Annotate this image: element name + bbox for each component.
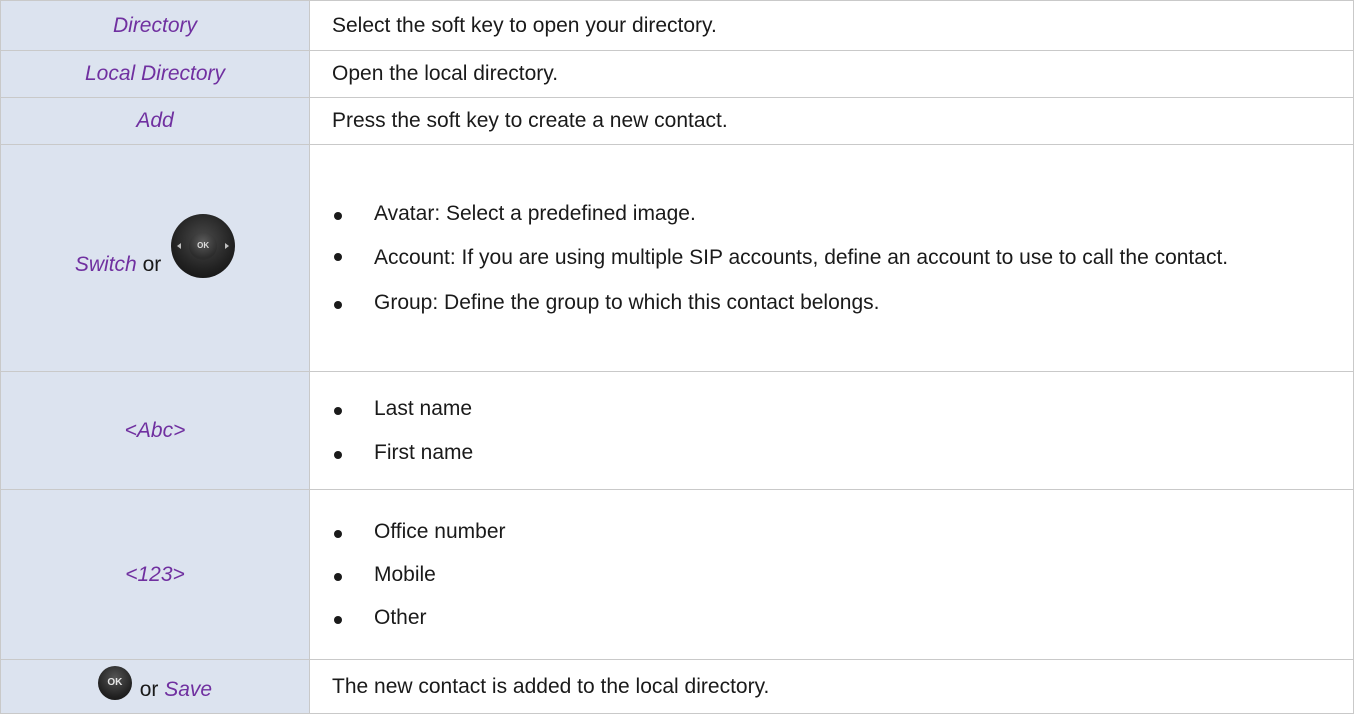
field-list: Avatar: Select a predefined image. Accou… xyxy=(310,201,1333,315)
description-cell: Office number Mobile Other xyxy=(309,489,1354,660)
list-item: First name xyxy=(310,440,1333,465)
instruction-table: Directory Select the soft key to open yo… xyxy=(0,0,1354,714)
softkey-label-switch: Switch xyxy=(74,253,137,277)
table-row: <123> Office number Mobile Other xyxy=(0,489,1354,660)
key-cell: <123> xyxy=(0,489,310,660)
table-row: <Abc> Last name First name xyxy=(0,371,1354,490)
list-item: Mobile xyxy=(310,562,1333,587)
ok-button-icon: OK xyxy=(97,666,132,701)
description-text: The new contact is added to the local di… xyxy=(332,674,770,698)
ok-center-key: OK xyxy=(189,231,218,260)
softkey-label-local-directory: Local Directory xyxy=(84,62,226,86)
description-cell: Open the local directory. xyxy=(309,50,1354,98)
connector-or: or xyxy=(142,253,162,277)
table-row: Switch or OK Avatar: Select a predefined… xyxy=(0,144,1354,372)
description-text: Select the soft key to open your directo… xyxy=(332,13,717,37)
softkey-label-abc: <Abc> xyxy=(124,418,186,442)
key-cell: Switch or OK xyxy=(0,144,310,372)
list-item: Other xyxy=(310,605,1333,630)
description-text: Press the soft key to create a new conta… xyxy=(332,109,728,133)
description-cell: Press the soft key to create a new conta… xyxy=(309,97,1354,145)
softkey-label-add: Add xyxy=(136,109,174,133)
list-item: Avatar: Select a predefined image. xyxy=(310,201,1333,226)
list-item: Office number xyxy=(310,519,1333,544)
left-arrow-icon xyxy=(177,242,182,249)
list-item: Last name xyxy=(310,396,1333,421)
description-text: Open the local directory. xyxy=(332,62,559,86)
list-item: Account: If you are using multiple SIP a… xyxy=(310,242,1333,274)
softkey-label-123: <123> xyxy=(125,562,185,586)
connector-or: or xyxy=(139,677,159,701)
key-cell: Add xyxy=(0,97,310,145)
table-row: Local Directory Open the local directory… xyxy=(0,50,1354,98)
list-item: Group: Define the group to which this co… xyxy=(310,290,1333,315)
description-cell: The new contact is added to the local di… xyxy=(309,659,1354,714)
navigation-pad-icon: OK xyxy=(171,213,236,278)
field-list: Office number Mobile Other xyxy=(310,519,1333,631)
right-arrow-icon xyxy=(225,242,230,249)
key-cell: Local Directory xyxy=(0,50,310,98)
key-cell: <Abc> xyxy=(0,371,310,490)
table-row: Add Press the soft key to create a new c… xyxy=(0,97,1354,145)
key-cell: Directory xyxy=(0,0,310,51)
field-list: Last name First name xyxy=(310,396,1333,464)
table-row: OK or Save The new contact is added to t… xyxy=(0,659,1354,714)
table-row: Directory Select the soft key to open yo… xyxy=(0,0,1354,51)
description-cell: Select the soft key to open your directo… xyxy=(309,0,1354,51)
softkey-label-save: Save xyxy=(164,677,213,701)
key-cell: OK or Save xyxy=(0,659,310,714)
softkey-label-directory: Directory xyxy=(112,13,197,37)
description-cell: Last name First name xyxy=(309,371,1354,490)
description-cell: Avatar: Select a predefined image. Accou… xyxy=(309,144,1354,372)
